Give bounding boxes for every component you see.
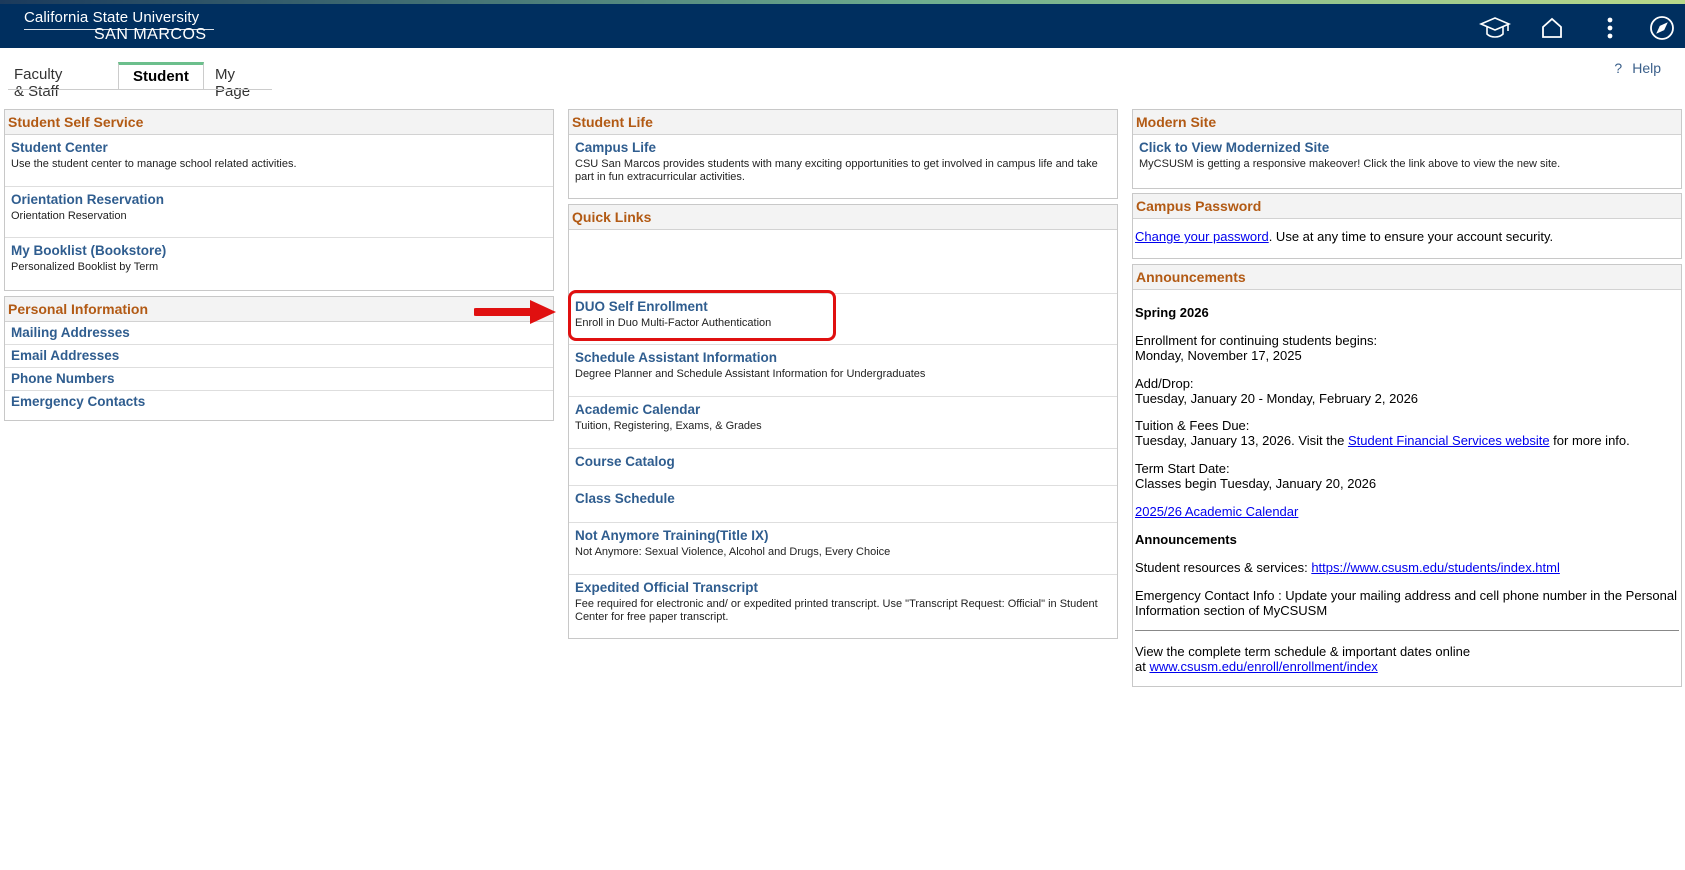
list-item: Click to View Modernized Site MyCSUSM is… [1133, 135, 1681, 185]
highlight-box [568, 290, 836, 341]
schedule-text: View the complete term schedule & import… [1135, 644, 1471, 659]
schedule-assistant-link[interactable]: Schedule Assistant Information [575, 350, 777, 365]
adddrop-label: Add/Drop: [1135, 376, 1194, 391]
item-description: CSU San Marcos provides students with ma… [575, 158, 1098, 183]
home-icon[interactable] [1536, 12, 1568, 44]
adddrop-date: Tuesday, January 20 - Monday, February 2… [1135, 391, 1419, 406]
logo-line-1: California State University [24, 9, 200, 26]
panel-title: Personal Information [5, 297, 553, 322]
item-description: Personalized Booklist by Term [11, 261, 159, 273]
campus-password-panel: Campus Password Change your password. Us… [1132, 193, 1682, 259]
item-description: Degree Planner and Schedule Assistant In… [575, 368, 926, 380]
item-description: Tuition, Registering, Exams, & Grades [575, 420, 762, 432]
financial-services-link[interactable]: Student Financial Services website [1348, 433, 1550, 448]
student-self-service-panel: Student Self Service Student Center Use … [4, 109, 554, 291]
course-catalog-link[interactable]: Course Catalog [575, 454, 675, 469]
compass-icon[interactable] [1646, 12, 1678, 44]
tab-my-page[interactable]: My Page [209, 62, 256, 104]
email-addresses-link[interactable]: Email Addresses [5, 345, 553, 368]
help-label: Help [1632, 60, 1661, 76]
item-description: Use the student center to manage school … [11, 158, 297, 170]
term-start-label: Term Start Date: [1135, 461, 1230, 476]
enrollment-label: Enrollment for continuing students begin… [1135, 333, 1378, 348]
modernized-site-link[interactable]: Click to View Modernized Site [1139, 140, 1329, 155]
my-booklist-link[interactable]: My Booklist (Bookstore) [11, 243, 166, 258]
list-item: Expedited Official Transcript Fee requir… [569, 575, 1117, 635]
item-description: Not Anymore: Sexual Violence, Alcohol an… [575, 546, 891, 558]
academic-calendar-link[interactable]: Academic Calendar [575, 402, 700, 417]
item-description: MyCSUSM is getting a responsive makeover… [1139, 158, 1561, 170]
item-description: Fee required for electronic and/ or expe… [575, 598, 1098, 623]
term-start-text: Classes begin Tuesday, January 20, 2026 [1135, 476, 1377, 491]
term-heading: Spring 2026 [1135, 305, 1209, 320]
enrollment-schedule-link[interactable]: www.csusm.edu/enroll/enrollment/index [1149, 659, 1377, 674]
help-icon: ? [1614, 60, 1623, 76]
list-item: Campus Life CSU San Marcos provides stud… [569, 135, 1117, 195]
list-item: Not Anymore Training(Title IX) Not Anymo… [569, 523, 1117, 575]
enrollment-date: Monday, November 17, 2025 [1135, 348, 1302, 363]
list-item: Student Center Use the student center to… [5, 135, 553, 187]
emergency-contacts-link[interactable]: Emergency Contacts [5, 391, 553, 413]
red-arrow-icon [474, 300, 556, 324]
university-logo[interactable]: California State University SAN MARCOS [24, 9, 214, 43]
announcements-subheading: Announcements [1135, 532, 1237, 547]
item-description: Orientation Reservation [11, 210, 127, 222]
tuition-label: Tuition & Fees Due: [1135, 418, 1250, 433]
announcements-body: Spring 2026 Enrollment for continuing st… [1133, 305, 1681, 674]
academic-calendar-link[interactable]: 2025/26 Academic Calendar [1135, 504, 1298, 519]
resources-line: Student resources & services: https://ww… [1135, 560, 1560, 575]
student-resources-link[interactable]: https://www.csusm.edu/students/index.htm… [1311, 560, 1560, 575]
change-password-link[interactable]: Change your password [1135, 229, 1269, 244]
list-item: Academic Calendar Tuition, Registering, … [569, 397, 1117, 449]
more-vertical-icon[interactable] [1594, 12, 1626, 44]
schedule-line: at www.csusm.edu/enroll/enrollment/index [1135, 659, 1378, 674]
panel-title: Campus Password [1133, 194, 1681, 219]
quick-links-panel: Quick Links DUO Self Enrollment Enroll i… [568, 204, 1118, 639]
mailing-addresses-link[interactable]: Mailing Addresses [5, 322, 553, 345]
panel-title: Modern Site [1133, 110, 1681, 135]
panel-title: Quick Links [569, 205, 1117, 230]
empty-list-item [569, 230, 1117, 294]
announcements-panel: Announcements Spring 2026 Enrollment for… [1132, 264, 1682, 687]
tab-student[interactable]: Student [118, 62, 204, 89]
not-anymore-training-link[interactable]: Not Anymore Training(Title IX) [575, 528, 769, 543]
graduation-cap-icon[interactable] [1479, 12, 1511, 44]
campus-password-text: Change your password. Use at any time to… [1135, 229, 1554, 244]
emergency-contact-text: Emergency Contact Info : Update your mai… [1135, 588, 1677, 618]
panel-title: Student Life [569, 110, 1117, 135]
modern-site-panel: Modern Site Click to View Modernized Sit… [1132, 109, 1682, 189]
list-item: Schedule Assistant Information Degree Pl… [569, 345, 1117, 397]
campus-life-link[interactable]: Campus Life [575, 140, 656, 155]
tuition-line: Tuesday, January 13, 2026. Visit the Stu… [1135, 433, 1630, 448]
help-link[interactable]: ? Help [1614, 60, 1661, 76]
personal-information-panel: Personal Information Mailing Addresses E… [4, 296, 554, 421]
panel-title: Announcements [1133, 265, 1681, 290]
class-schedule-link[interactable]: Class Schedule [575, 491, 675, 506]
expedited-transcript-link[interactable]: Expedited Official Transcript [575, 580, 758, 595]
tab-faculty-staff[interactable]: Faculty & Staff [8, 62, 68, 104]
header-bar: California State University SAN MARCOS [0, 4, 1685, 48]
orientation-reservation-link[interactable]: Orientation Reservation [11, 192, 164, 207]
list-item: Class Schedule [569, 486, 1117, 523]
divider [1135, 630, 1679, 631]
student-center-link[interactable]: Student Center [11, 140, 108, 155]
panel-title: Student Self Service [5, 110, 553, 135]
student-life-panel: Student Life Campus Life CSU San Marcos … [568, 109, 1118, 199]
list-item: My Booklist (Bookstore) Personalized Boo… [5, 238, 553, 288]
phone-numbers-link[interactable]: Phone Numbers [5, 368, 553, 391]
list-item: Course Catalog [569, 449, 1117, 486]
list-item: Orientation Reservation Orientation Rese… [5, 187, 553, 238]
